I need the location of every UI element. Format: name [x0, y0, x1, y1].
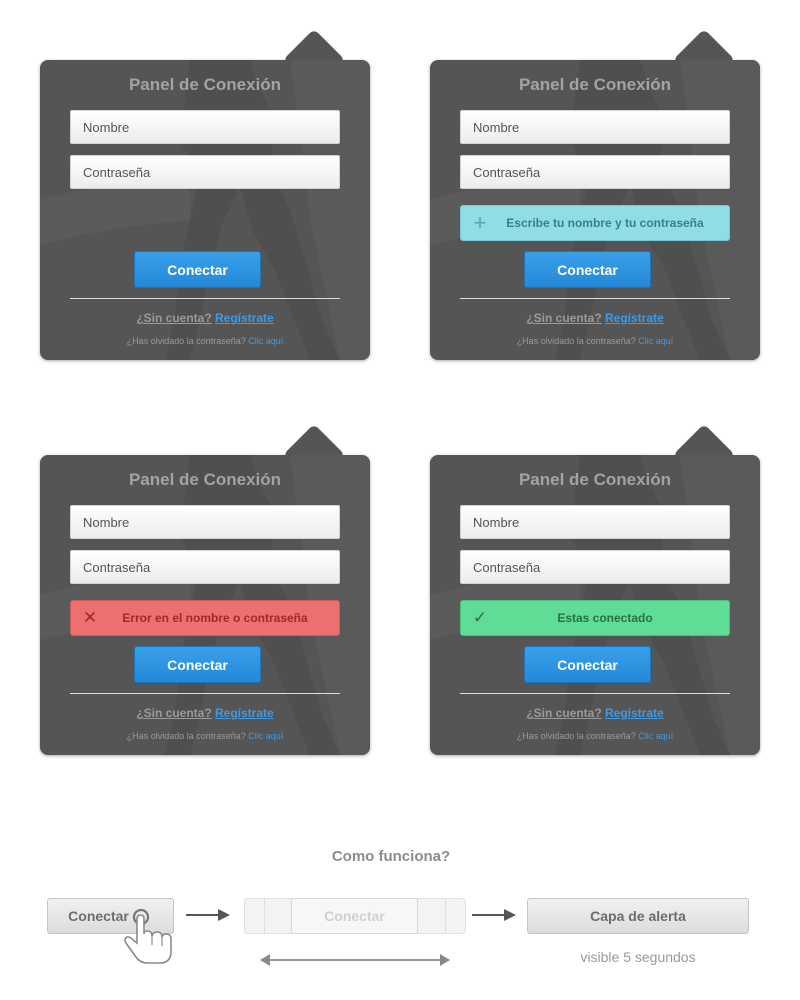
- connect-button[interactable]: Conectar: [524, 251, 651, 288]
- hand-pointer-icon: [124, 908, 172, 964]
- alert-text: Escribe tu nombre y tu contraseña: [506, 216, 704, 230]
- signup-line: ¿Sin cuenta? Regístrate: [40, 706, 370, 720]
- forgot-password-question: ¿Has olvidado la contraseña?: [516, 336, 636, 346]
- forgot-password-line: ¿Has olvidado la contraseña? Clic aquí: [40, 731, 370, 741]
- password-input[interactable]: [460, 550, 730, 584]
- divider: [460, 693, 730, 694]
- divider: [70, 693, 340, 694]
- plus-icon: +: [473, 210, 487, 235]
- panel-body: Panel de Conexión Conectar ¿Sin cuenta? …: [40, 60, 370, 360]
- forgot-password-line: ¿Has olvidado la contraseña? Clic aquí: [40, 336, 370, 346]
- forgot-password-link[interactable]: Clic aquí: [638, 731, 673, 741]
- password-input[interactable]: [460, 155, 730, 189]
- double-arrow-icon: [260, 954, 450, 966]
- panel-body: Panel de Conexión ✕ Error en el nombre o …: [40, 455, 370, 755]
- connect-button[interactable]: Conectar: [524, 646, 651, 683]
- signup-line: ¿Sin cuenta? Regístrate: [430, 311, 760, 325]
- name-input[interactable]: [460, 110, 730, 144]
- signup-line: ¿Sin cuenta? Regístrate: [40, 311, 370, 325]
- forgot-password-link[interactable]: Clic aquí: [638, 336, 673, 346]
- no-account-question: ¿Sin cuenta?: [136, 311, 212, 325]
- forgot-password-link[interactable]: Clic aquí: [248, 336, 283, 346]
- forgot-password-line: ¿Has olvidado la contraseña? Clic aquí: [430, 731, 760, 741]
- check-icon: ✓: [472, 608, 488, 627]
- success-alert: ✓ Estas conectado: [460, 600, 730, 636]
- panel-title: Panel de Conexión: [128, 75, 282, 94]
- arrow-right-icon: [472, 909, 516, 921]
- step2-fading-button: Conectar: [291, 898, 418, 934]
- panel-title: Panel de Conexión: [518, 75, 672, 94]
- alert-text: Estas conectado: [557, 611, 653, 625]
- forgot-password-question: ¿Has olvidado la contraseña?: [126, 336, 246, 346]
- login-panel: Panel de Conexión ✓ Estas conectado Conec…: [430, 423, 760, 755]
- panel-body: Panel de Conexión ✓ Estas conectado Conec…: [430, 455, 760, 755]
- signup-line: ¿Sin cuenta? Regístrate: [430, 706, 760, 720]
- alert-text: Error en el nombre o contraseña: [122, 611, 308, 625]
- error-alert: ✕ Error en el nombre o contraseña: [70, 600, 340, 636]
- panel-title: Panel de Conexión: [518, 470, 672, 489]
- register-link[interactable]: Regístrate: [215, 706, 274, 720]
- how-it-works-title: Como funciona?: [331, 848, 451, 865]
- forgot-password-link[interactable]: Clic aquí: [248, 731, 283, 741]
- step3-caption: visible 5 segundos: [580, 949, 696, 965]
- forgot-password-question: ¿Has olvidado la contraseña?: [516, 731, 636, 741]
- info-alert: + Escribe tu nombre y tu contraseña: [460, 205, 730, 241]
- password-input[interactable]: [70, 550, 340, 584]
- login-panel: Panel de Conexión + Escribe tu nombre y t…: [430, 28, 760, 360]
- register-link[interactable]: Regístrate: [215, 311, 274, 325]
- connect-button[interactable]: Conectar: [134, 251, 261, 288]
- no-account-question: ¿Sin cuenta?: [136, 706, 212, 720]
- arrow-right-icon: [186, 909, 230, 921]
- name-input[interactable]: [70, 110, 340, 144]
- panel-body: Panel de Conexión + Escribe tu nombre y t…: [430, 60, 760, 360]
- step3-label: Capa de alerta: [590, 908, 686, 924]
- connect-button[interactable]: Conectar: [134, 646, 261, 683]
- name-input[interactable]: [460, 505, 730, 539]
- forgot-password-line: ¿Has olvidado la contraseña? Clic aquí: [430, 336, 760, 346]
- login-panel: Panel de Conexión Conectar ¿Sin cuenta? …: [40, 28, 370, 360]
- register-link[interactable]: Regístrate: [605, 706, 664, 720]
- forgot-password-question: ¿Has olvidado la contraseña?: [126, 731, 246, 741]
- close-icon: ✕: [82, 608, 98, 627]
- step2-label: Conectar: [324, 908, 385, 924]
- panel-title: Panel de Conexión: [128, 470, 282, 489]
- password-input[interactable]: [70, 155, 340, 189]
- no-account-question: ¿Sin cuenta?: [526, 311, 602, 325]
- login-panel: Panel de Conexión ✕ Error en el nombre o …: [40, 423, 370, 755]
- no-account-question: ¿Sin cuenta?: [526, 706, 602, 720]
- divider: [70, 298, 340, 299]
- step3-alert-layer: Capa de alerta: [527, 898, 749, 934]
- name-input[interactable]: [70, 505, 340, 539]
- divider: [460, 298, 730, 299]
- register-link[interactable]: Regístrate: [605, 311, 664, 325]
